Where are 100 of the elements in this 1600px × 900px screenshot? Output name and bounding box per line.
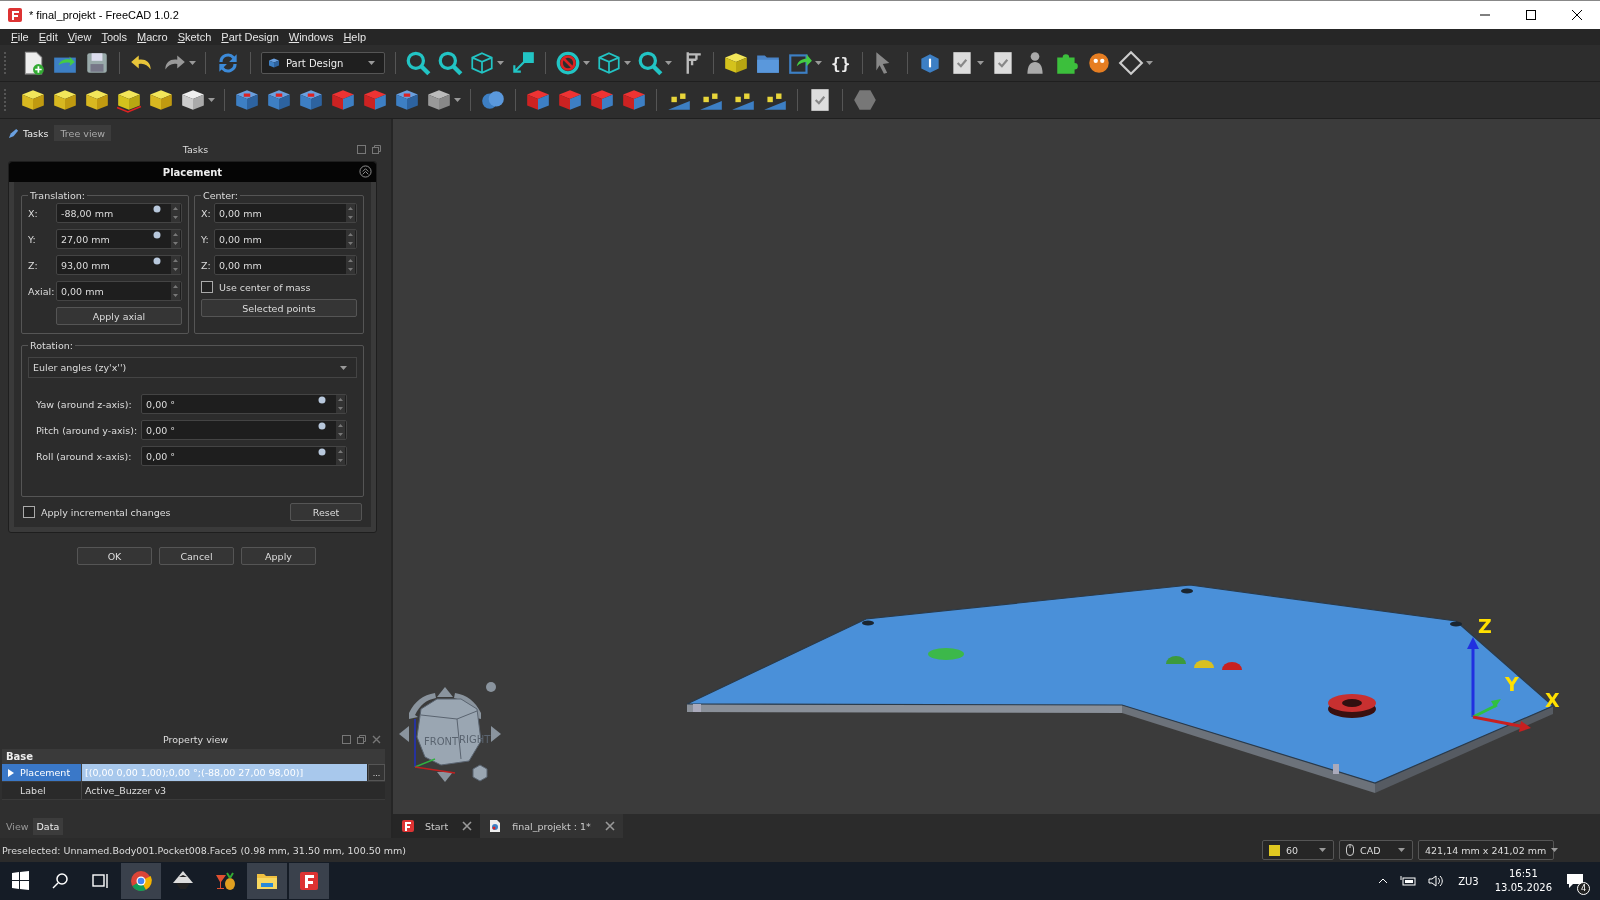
magnifier-icon[interactable] (637, 50, 663, 76)
panel-tab[interactable]: View (2, 818, 33, 835)
spin-arrows-icon[interactable] (171, 230, 180, 248)
rotation-mode-dropdown[interactable]: Euler angles (zy'x'') (28, 357, 357, 378)
expression-icon[interactable] (153, 257, 161, 265)
caret-icon[interactable] (208, 98, 215, 102)
float-icon[interactable] (357, 145, 366, 154)
menu-item[interactable]: Windows (283, 31, 339, 43)
spin-box[interactable]: 0,00 ° (141, 446, 347, 466)
checkbox[interactable] (201, 281, 213, 293)
box-icon[interactable] (84, 87, 110, 113)
spin-box[interactable]: 27,00 mm (56, 229, 182, 249)
spin-box[interactable]: -88,00 mm (56, 203, 182, 223)
menu-item[interactable]: File (6, 31, 34, 43)
collapse-icon[interactable] (359, 165, 372, 178)
notification-icon[interactable] (1566, 873, 1584, 889)
caret-icon[interactable] (1398, 848, 1405, 852)
expression-icon[interactable] (318, 422, 326, 430)
box-icon[interactable] (20, 87, 46, 113)
cube-icon[interactable] (596, 50, 622, 76)
caret-icon[interactable] (454, 98, 461, 102)
caret-icon[interactable] (624, 61, 631, 65)
dialog-button[interactable]: Apply (241, 547, 316, 565)
caret-icon[interactable] (497, 61, 504, 65)
keyboard-language[interactable]: ZU3 (1458, 875, 1479, 887)
caret-icon[interactable] (977, 61, 985, 65)
box-icon[interactable] (266, 87, 292, 113)
caret-icon[interactable] (815, 61, 822, 65)
volume-icon[interactable] (1428, 875, 1445, 887)
expression-icon[interactable] (318, 448, 326, 456)
battery-icon[interactable] (1400, 875, 1417, 887)
menu-item[interactable]: Edit (33, 31, 63, 43)
small-cube-icon[interactable] (472, 764, 488, 782)
spin-box[interactable]: 93,00 mm (56, 255, 182, 275)
spin-box[interactable]: 0,00 mm (214, 203, 357, 223)
clock-date[interactable]: 13.05.2026 (1494, 881, 1552, 895)
magnifier-icon[interactable] (437, 50, 463, 76)
spin-arrows-icon[interactable] (346, 256, 355, 274)
spin-arrows-icon[interactable] (171, 204, 180, 222)
spin-arrows-icon[interactable] (346, 204, 355, 222)
browser-icon[interactable] (121, 863, 161, 899)
hexagon-icon[interactable] (852, 87, 878, 113)
spin-arrows-icon[interactable] (346, 230, 355, 248)
magnifier-icon[interactable] (405, 50, 431, 76)
menu-item[interactable]: View (62, 31, 97, 43)
document-tab[interactable]: Start (393, 814, 481, 838)
close-icon[interactable] (604, 821, 615, 831)
edit-button[interactable]: ... (368, 764, 385, 781)
box-icon[interactable] (148, 87, 174, 113)
spin-arrows-icon[interactable] (336, 395, 345, 413)
menu-item[interactable]: Tools (96, 31, 133, 43)
menu-item[interactable]: Macro (132, 31, 173, 43)
workbench-dropdown[interactable]: Part Design (261, 52, 385, 74)
dialog-button[interactable]: OK (77, 547, 152, 565)
close-icon[interactable] (372, 735, 381, 744)
document-tab[interactable]: final_projekt : 1* (480, 814, 623, 838)
float-icon[interactable] (342, 735, 351, 744)
box-icon[interactable] (52, 87, 78, 113)
box-icon[interactable] (234, 87, 260, 113)
checkbox[interactable] (23, 506, 35, 518)
dialog-button[interactable]: Cancel (159, 547, 234, 565)
spin-box[interactable]: 0,00 mm (214, 255, 357, 275)
apply-axial-button[interactable]: Apply axial (56, 307, 182, 325)
braces-button[interactable]: {} (825, 53, 857, 73)
box-icon[interactable] (180, 87, 206, 113)
panel-tab[interactable]: Data (32, 818, 64, 835)
expression-icon[interactable] (153, 231, 161, 239)
spin-arrows-icon[interactable] (171, 256, 180, 274)
expression-icon[interactable] (153, 205, 161, 213)
logo-icon[interactable] (289, 863, 329, 899)
cube-icon[interactable] (469, 50, 495, 76)
spin-box[interactable]: 0,00 ° (141, 420, 347, 440)
caret-icon[interactable] (665, 61, 672, 65)
caret-icon[interactable] (1146, 61, 1154, 65)
expression-icon[interactable] (318, 396, 326, 404)
caret-icon[interactable] (583, 61, 590, 65)
spin-box[interactable]: 0,00 ° (141, 394, 347, 414)
caret-icon[interactable] (1319, 848, 1326, 852)
draw-style-dropdown[interactable]: 60 (1262, 840, 1334, 860)
caret-icon[interactable] (368, 61, 375, 65)
menu-item[interactable]: Help (338, 31, 372, 43)
folder-icon[interactable] (247, 863, 287, 899)
navigation-style-dropdown[interactable]: CAD (1339, 840, 1413, 860)
property-row[interactable]: Label Active_Buzzer v3 (2, 782, 385, 800)
caret-up-icon[interactable] (1378, 878, 1389, 884)
box-icon[interactable] (298, 87, 324, 113)
spin-arrows-icon[interactable] (171, 282, 180, 300)
selected-points-button[interactable]: Selected points (201, 299, 357, 317)
spin-box[interactable]: 0,00 mm (56, 281, 182, 301)
clock-time[interactable]: 16:51 (1508, 867, 1538, 881)
diamond-icon[interactable] (1118, 50, 1145, 76)
menu-item[interactable]: Sketch (172, 31, 217, 43)
box-icon[interactable] (116, 87, 142, 113)
expand-icon[interactable] (8, 768, 14, 777)
box-icon[interactable] (394, 87, 420, 113)
arrow-icon[interactable] (510, 50, 536, 76)
caret-icon[interactable] (340, 365, 347, 370)
spin-box[interactable]: 0,00 mm (214, 229, 357, 249)
forbidden-icon[interactable] (555, 50, 581, 76)
menu-item[interactable]: Part Design (216, 31, 284, 43)
